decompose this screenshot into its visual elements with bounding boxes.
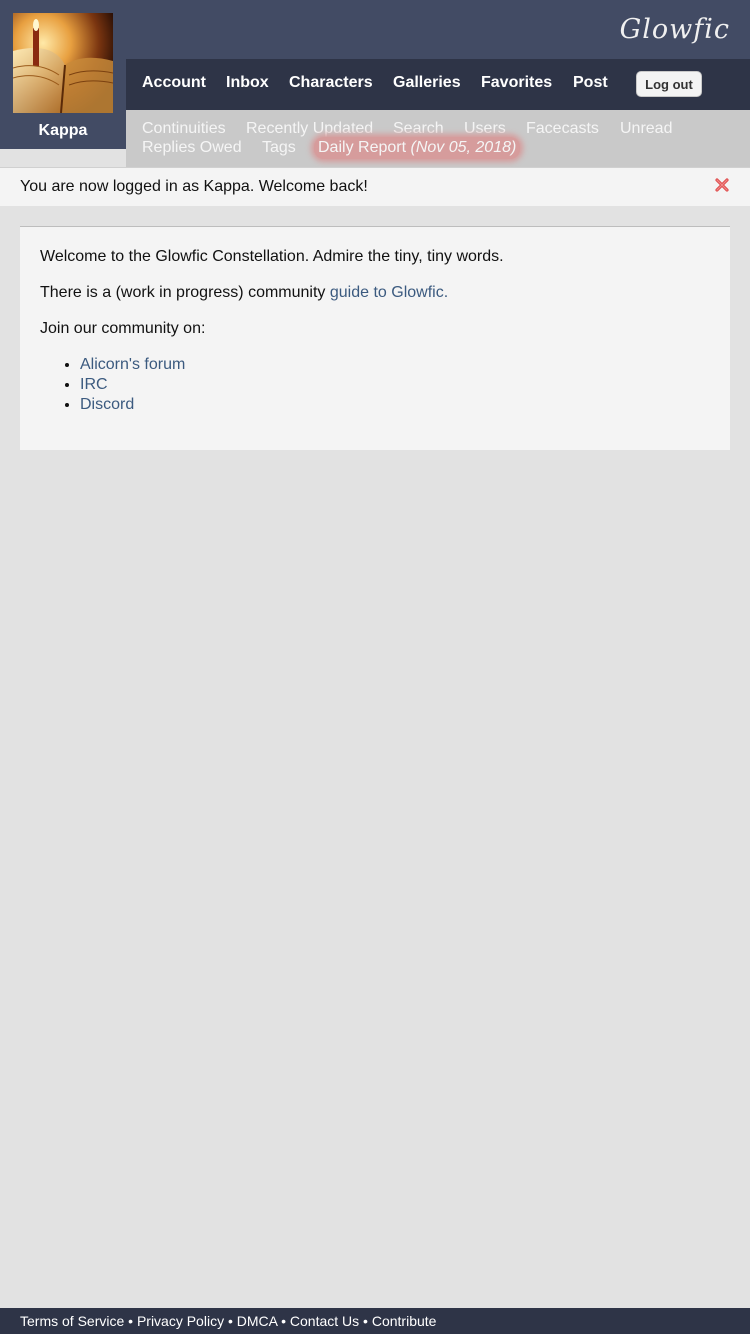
subnav-users[interactable]: Users [464,120,506,138]
footer-separator: • [227,1313,233,1329]
book-candle-icon [13,13,113,113]
discord-link[interactable]: Discord [80,396,134,413]
site-header: Kappa Glowfic Account Inbox Characters G… [0,0,750,167]
main-content: Welcome to the Glowfic Constellation. Ad… [20,226,730,450]
daily-report-date: (Nov 05, 2018) [410,139,517,156]
community-links: Alicorn's forum IRC Discord [40,355,185,415]
close-icon[interactable] [714,177,730,193]
list-item: Discord [80,395,185,415]
guide-link[interactable]: guide to Glowfic. [330,284,448,301]
alicorn-forum-link[interactable]: Alicorn's forum [80,356,185,373]
contribute-link[interactable]: Contribute [372,1313,437,1329]
flash-message: You are now logged in as Kappa. Welcome … [0,167,750,206]
nav-account[interactable]: Account [142,74,206,92]
main-nav: Account Inbox Characters Galleries Favor… [126,59,750,110]
logout-button[interactable]: Log out [636,71,702,97]
privacy-link[interactable]: Privacy Policy [137,1313,224,1329]
subnav-unread[interactable]: Unread [620,120,672,138]
daily-report-label: Daily Report [318,139,407,156]
subnav-tags[interactable]: Tags [262,139,296,157]
guide-paragraph: There is a (work in progress) community … [40,284,448,302]
subnav-replies-owed[interactable]: Replies Owed [142,139,242,157]
guide-prefix: There is a (work in progress) community [40,284,326,301]
list-item: Alicorn's forum [80,355,185,375]
join-text: Join our community on: [40,320,206,337]
nav-post[interactable]: Post [573,74,608,92]
top-banner: Glowfic [126,0,750,59]
contact-link[interactable]: Contact Us [290,1313,359,1329]
nav-inbox[interactable]: Inbox [226,74,269,92]
subnav-daily-report[interactable]: Daily Report (Nov 05, 2018) [314,137,521,159]
footer-separator: • [128,1313,134,1329]
site-footer: Terms of Service • Privacy Policy • DMCA… [0,1308,750,1334]
subnav-recently-updated[interactable]: Recently Updated [246,120,373,138]
footer-separator: • [363,1313,368,1329]
flash-text: You are now logged in as Kappa. Welcome … [20,178,368,195]
terms-link[interactable]: Terms of Service [20,1313,124,1329]
subnav-facecasts[interactable]: Facecasts [526,120,599,138]
welcome-text: Welcome to the Glowfic Constellation. Ad… [40,248,504,265]
sub-nav: Continuities Recently Updated Search Use… [126,110,750,167]
nav-characters[interactable]: Characters [289,74,373,92]
nav-galleries[interactable]: Galleries [393,74,461,92]
list-item: IRC [80,375,185,395]
username[interactable]: Kappa [0,122,126,140]
site-logo[interactable]: Glowfic [620,14,730,45]
dmca-link[interactable]: DMCA [237,1313,277,1329]
footer-links: Terms of Service • Privacy Policy • DMCA… [20,1313,436,1329]
nav-favorites[interactable]: Favorites [481,74,552,92]
avatar[interactable] [13,13,113,113]
subnav-continuities[interactable]: Continuities [142,120,226,138]
subnav-search[interactable]: Search [393,120,444,138]
user-box: Kappa [0,0,126,149]
irc-link[interactable]: IRC [80,376,108,393]
footer-separator: • [281,1313,287,1329]
